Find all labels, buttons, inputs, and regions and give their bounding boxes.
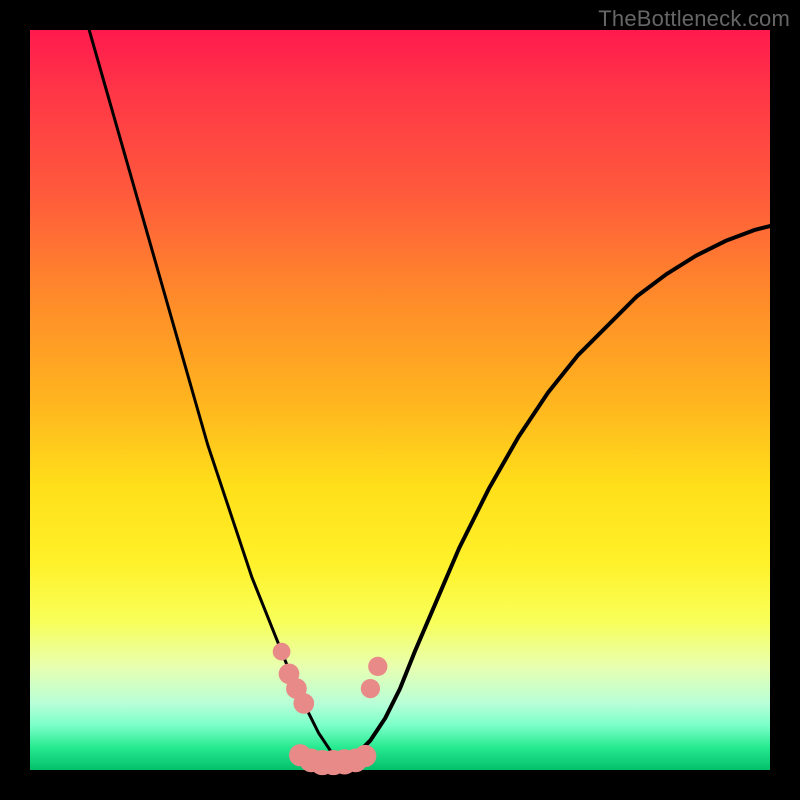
frame: TheBottleneck.com (0, 0, 800, 800)
chart-series-group (89, 30, 770, 763)
series-right-curve (341, 226, 770, 763)
watermark-text: TheBottleneck.com (598, 6, 790, 32)
chart-svg (30, 30, 770, 770)
marker-dot (361, 679, 380, 698)
marker-dot (368, 657, 387, 676)
chart-markers-group (273, 643, 388, 775)
marker-dot (273, 643, 291, 661)
chart-plot-area (30, 30, 770, 770)
series-left-curve (89, 30, 341, 763)
marker-dot (293, 693, 314, 714)
marker-dot (354, 745, 376, 767)
